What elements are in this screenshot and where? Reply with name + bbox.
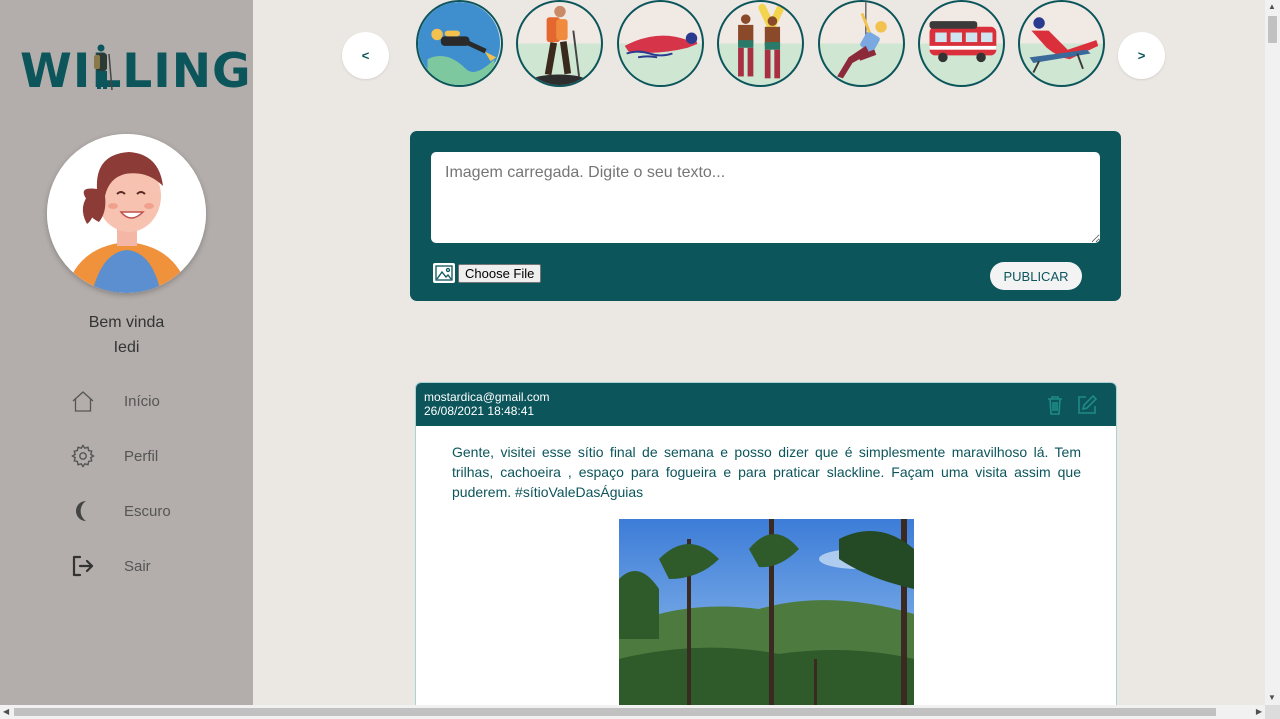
- sidebar-item-escuro[interactable]: Escuro: [0, 493, 253, 548]
- avatar[interactable]: [47, 134, 206, 293]
- welcome-message: Bem vinda Iedi: [0, 310, 253, 360]
- post-author-email: mostardica@gmail.com: [424, 390, 550, 404]
- camper-van-icon: [929, 21, 997, 63]
- vertical-scroll-thumb[interactable]: [1268, 16, 1277, 43]
- sidebar-item-perfil[interactable]: Perfil: [0, 438, 253, 493]
- scroll-up-icon[interactable]: ▲: [1268, 2, 1276, 11]
- scroll-down-icon[interactable]: ▼: [1268, 693, 1276, 702]
- sidebar-item-label: Escuro: [124, 503, 171, 520]
- swimming-icon: [619, 32, 702, 85]
- story-sunbathing[interactable]: [1018, 0, 1105, 87]
- post-image[interactable]: [619, 519, 914, 709]
- sidebar-nav: Início Perfil Escuro Sair: [0, 383, 253, 603]
- scroll-left-icon[interactable]: ◀: [3, 707, 9, 716]
- logo-text: WILLING: [20, 44, 252, 99]
- scroll-right-icon[interactable]: ▶: [1256, 707, 1262, 716]
- sidebar-item-label: Sair: [124, 558, 151, 575]
- post-composer: Choose File PUBLICAR: [410, 131, 1121, 301]
- app-logo[interactable]: WILLING: [20, 42, 251, 99]
- post-body-text: Gente, visitei esse sítio final de seman…: [452, 444, 1081, 500]
- sidebar-item-label: Perfil: [124, 448, 159, 465]
- horizontal-scrollbar[interactable]: ◀ ▶: [0, 705, 1265, 719]
- file-upload: Choose File: [433, 263, 542, 283]
- carousel-next-button[interactable]: >: [1118, 32, 1165, 79]
- post-card: mostardica@gmail.com 26/08/2021 18:48:41…: [415, 382, 1117, 719]
- sidebar-item-label: Início: [124, 393, 160, 410]
- gear-icon: [71, 444, 95, 468]
- story-climbing[interactable]: [818, 0, 905, 87]
- carousel-prev-button[interactable]: <: [342, 32, 389, 79]
- story-camper-van[interactable]: [918, 0, 1005, 87]
- diving-icon: [418, 2, 501, 85]
- sunbathing-icon: [1029, 17, 1099, 74]
- surfing-icon: [738, 3, 784, 79]
- edit-icon[interactable]: [1076, 394, 1098, 416]
- greeting-text: Bem vinda: [88, 314, 165, 331]
- image-icon[interactable]: [433, 263, 455, 283]
- climbing-icon: [837, 2, 887, 79]
- avatar-woman-icon: [47, 134, 206, 293]
- moon-icon: [76, 501, 86, 521]
- post-text-input[interactable]: [431, 152, 1100, 243]
- home-icon: [72, 391, 94, 412]
- trash-icon[interactable]: [1044, 394, 1066, 416]
- post-date: 26/08/2021 18:48:41: [424, 404, 535, 418]
- story-swimming[interactable]: [617, 0, 704, 87]
- scrollbar-corner: [1265, 705, 1280, 719]
- post-header: mostardica@gmail.com 26/08/2021 18:48:41: [416, 383, 1116, 426]
- story-hiking[interactable]: [516, 0, 603, 87]
- sidebar-item-sair[interactable]: Sair: [0, 548, 253, 603]
- story-diving[interactable]: [416, 0, 503, 87]
- choose-file-button[interactable]: Choose File: [458, 263, 542, 283]
- sidebar-item-inicio[interactable]: Início: [0, 383, 253, 438]
- hiking-icon: [532, 5, 586, 85]
- logout-icon: [72, 555, 94, 577]
- forest-photo-icon: [619, 519, 914, 709]
- username-text: Iedi: [113, 339, 140, 356]
- story-surfing[interactable]: [717, 0, 804, 87]
- hiker-logo-icon: [94, 44, 113, 91]
- vertical-scrollbar[interactable]: ▲ ▼: [1265, 0, 1280, 705]
- horizontal-scroll-thumb[interactable]: [14, 708, 1216, 716]
- sidebar: WILLING Bem vinda Iedi Início Perfil Esc…: [0, 0, 253, 705]
- publish-button[interactable]: PUBLICAR: [990, 262, 1082, 290]
